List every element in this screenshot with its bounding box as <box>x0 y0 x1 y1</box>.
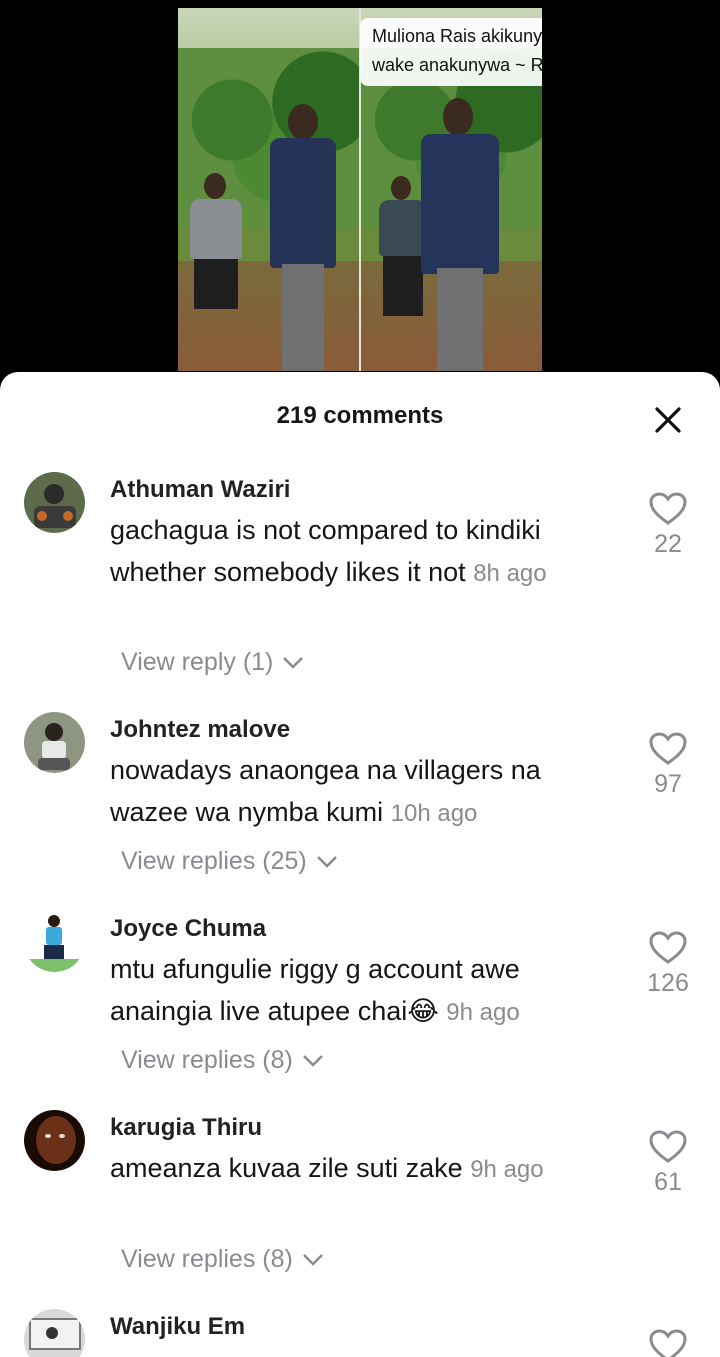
close-icon[interactable] <box>650 402 686 438</box>
comment-timestamp: 8h ago <box>473 560 547 587</box>
like-count: 97 <box>654 770 682 798</box>
chevron-down-icon <box>302 1254 323 1267</box>
like-button[interactable]: 97 <box>645 732 691 799</box>
like-count: 61 <box>654 1168 682 1196</box>
avatar[interactable] <box>24 712 85 773</box>
heart-icon <box>649 931 687 964</box>
avatar[interactable] <box>24 911 85 972</box>
heart-icon <box>649 492 687 525</box>
chevron-down-icon <box>316 856 337 869</box>
comment-text: ameanza kuvaa zile suti zake 9h ago <box>110 1147 620 1191</box>
heart-icon <box>649 1130 687 1163</box>
comment-text: mtu afungulie riggy g account awe anaing… <box>110 948 620 1034</box>
avatar[interactable] <box>24 1110 85 1171</box>
view-replies-label: View reply (1) <box>121 648 274 676</box>
heart-icon <box>649 732 687 765</box>
video-panel-left <box>178 8 359 371</box>
comments-sheet: 219 comments Athuman Waziri gachagua is … <box>0 372 720 1357</box>
chevron-down-icon <box>283 657 304 670</box>
comment-username[interactable]: Athuman Waziri <box>110 476 290 504</box>
comment-body: ameanza kuvaa zile suti zake <box>110 1153 463 1183</box>
view-replies-label: View replies (8) <box>121 1046 293 1074</box>
video-player[interactable]: Muliona Rais akikunywa maji, naibu wake … <box>0 0 720 385</box>
comment-username[interactable]: Joyce Chuma <box>110 915 266 943</box>
comment-timestamp: 10h ago <box>390 800 478 827</box>
video-caption: Muliona Rais akikunywa maji, naibu wake … <box>360 18 542 86</box>
video-frame: Muliona Rais akikunywa maji, naibu wake … <box>178 8 542 371</box>
view-replies-label: View replies (25) <box>121 847 307 875</box>
comment-timestamp: 9h ago <box>446 999 520 1026</box>
avatar[interactable] <box>24 1309 85 1357</box>
like-button[interactable]: 61 <box>645 1130 691 1197</box>
video-caption-line: Muliona Rais akikunywa maji, naibu <box>372 26 542 46</box>
comment-username[interactable]: Wanjiku Em <box>110 1313 245 1341</box>
like-count: 126 <box>647 969 689 997</box>
view-replies-button[interactable]: View reply (1) <box>121 648 304 677</box>
heart-icon <box>649 1329 687 1357</box>
chevron-down-icon <box>302 1055 323 1068</box>
view-replies-button[interactable]: View replies (8) <box>121 1245 324 1274</box>
view-replies-button[interactable]: View replies (25) <box>121 847 338 876</box>
view-replies-label: View replies (8) <box>121 1245 293 1273</box>
comment-text: gachagua is not compared to kindiki whet… <box>110 509 620 595</box>
comments-count-title: 219 comments <box>276 402 444 429</box>
comment-text: nowadays anaongea na villagers na wazee … <box>110 749 620 835</box>
like-button[interactable] <box>645 1329 691 1357</box>
like-button[interactable]: 22 <box>645 492 691 559</box>
avatar[interactable] <box>24 472 85 533</box>
like-count: 22 <box>654 530 682 558</box>
like-button[interactable]: 126 <box>645 931 691 998</box>
comment-timestamp: 9h ago <box>470 1156 544 1183</box>
view-replies-button[interactable]: View replies (8) <box>121 1046 324 1075</box>
video-caption-line: wake anakunywa ~ Riggy G 😂🤣 <box>372 55 542 75</box>
comment-username[interactable]: karugia Thiru <box>110 1114 262 1142</box>
comment-username[interactable]: Johntez malove <box>110 716 290 744</box>
